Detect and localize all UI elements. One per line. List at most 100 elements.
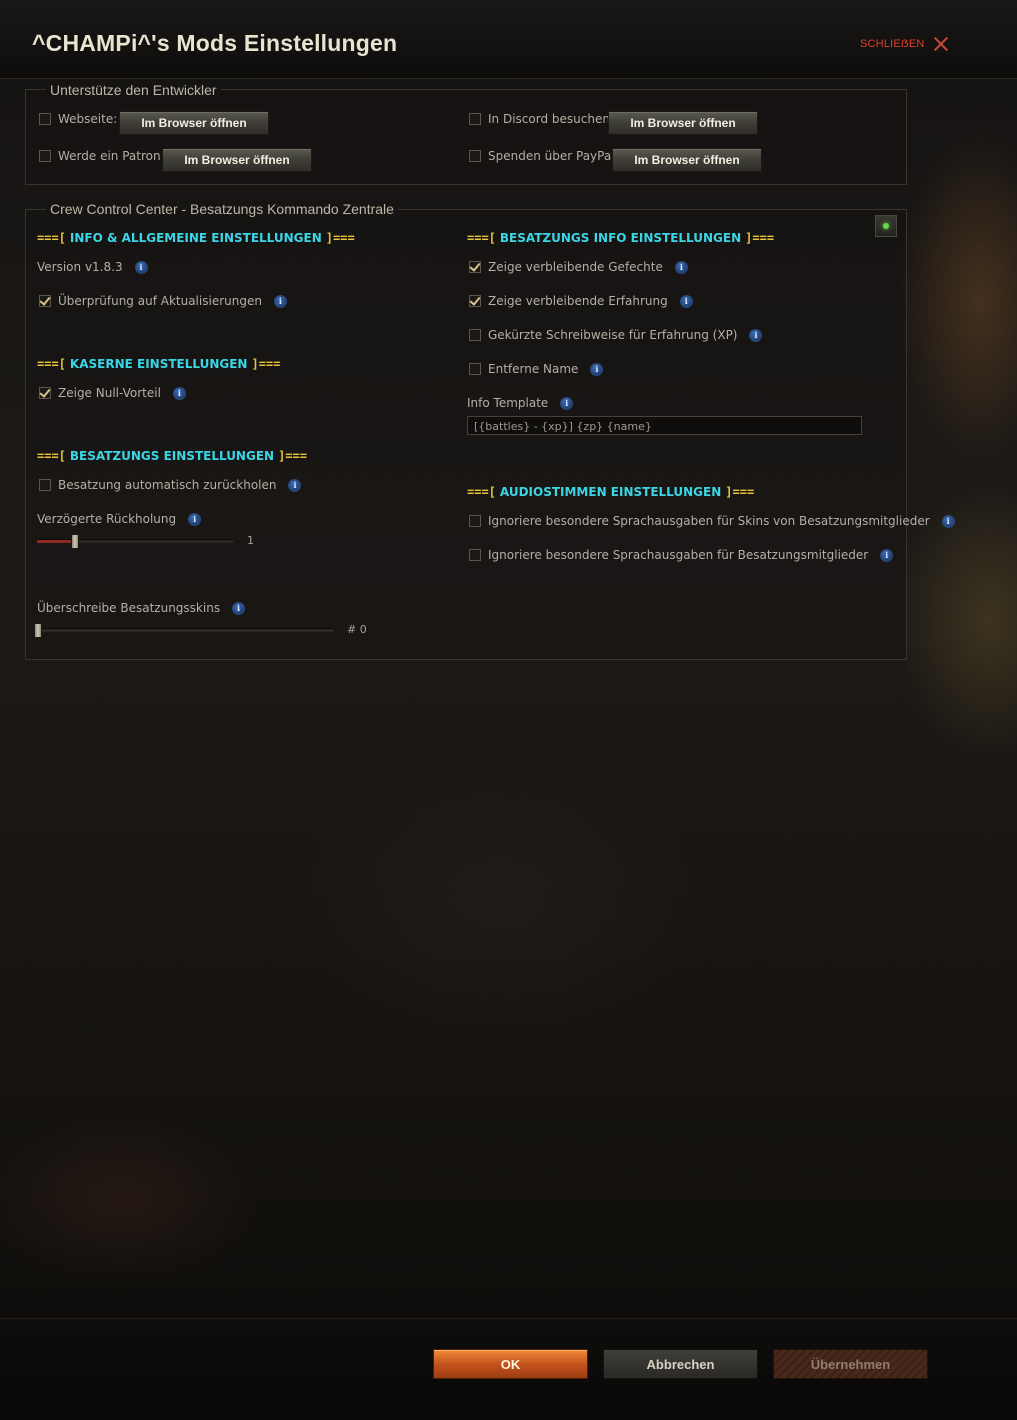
ignore-skin-voices-checkbox[interactable] (469, 515, 481, 527)
info-template-input[interactable]: [{battles} - {xp}] {zp} {name} (467, 416, 862, 435)
zero-perk-row: Zeige Null-Vorteil i (39, 386, 186, 400)
support-discord: In Discord besuchen: (469, 112, 614, 126)
discord-label: In Discord besuchen: (488, 112, 614, 126)
slider-thumb[interactable] (71, 534, 79, 549)
info-template-row: Info Template i (467, 396, 574, 410)
delayed-return-slider[interactable] (37, 534, 233, 549)
crew-section-heading: ===[BESATZUNGS EINSTELLUNGEN]=== (37, 449, 307, 463)
close-label: SCHLIEẞEN (860, 38, 925, 50)
support-group-title: Unterstütze den Entwickler (46, 82, 221, 98)
ignore-crew-voices-checkbox[interactable] (469, 549, 481, 561)
audio-section-heading: ===[AUDIOSTIMMEN EINSTELLUNGEN]=== (467, 485, 754, 499)
heading-suffix: ]=== (278, 449, 307, 463)
cancel-button[interactable]: Abbrechen (603, 1349, 758, 1379)
auto-return-row: Besatzung automatisch zurückholen i (39, 478, 302, 492)
update-check-label: Überprüfung auf Aktualisierungen (58, 294, 262, 308)
paypal-label: Spenden über PayPal: (488, 149, 619, 163)
auto-return-label: Besatzung automatisch zurückholen (58, 478, 277, 492)
info-icon[interactable]: i (941, 514, 955, 528)
close-button[interactable]: SCHLIEẞEN (860, 36, 949, 52)
zero-perk-label: Zeige Null-Vorteil (58, 386, 161, 400)
patron-label: Werde ein Patron: (58, 149, 165, 163)
ok-button[interactable]: OK (433, 1349, 588, 1379)
ignore-crew-voices-row: Ignoriere besondere Sprachausgaben für B… (469, 548, 894, 562)
info-section-heading: ===[INFO & ALLGEMEINE EINSTELLUNGEN]=== (37, 231, 355, 245)
zero-perk-checkbox[interactable] (39, 387, 51, 399)
info-icon[interactable]: i (560, 396, 574, 410)
slider-fill (37, 540, 74, 543)
update-check-row: Überprüfung auf Aktualisierungen i (39, 294, 287, 308)
delayed-return-value: 1 (247, 534, 254, 547)
ignore-skin-voices-label: Ignoriere besondere Sprachausgaben für S… (488, 514, 930, 528)
info-icon[interactable]: i (288, 478, 302, 492)
remaining-battles-row: Zeige verbleibende Gefechte i (469, 260, 688, 274)
remove-name-checkbox[interactable] (469, 363, 481, 375)
delayed-return-row: Verzögerte Rückholung i (37, 512, 202, 526)
info-icon[interactable]: i (172, 386, 186, 400)
heading-text: KASERNE EINSTELLUNGEN (69, 357, 248, 371)
support-group (25, 89, 907, 185)
slider-thumb[interactable] (34, 623, 42, 638)
auto-return-checkbox[interactable] (39, 479, 51, 491)
short-xp-row: Gekürzte Schreibweise für Erfahrung (XP)… (469, 328, 763, 342)
heading-text: INFO & ALLGEMEINE EINSTELLUNGEN (69, 231, 322, 245)
heading-text: BESATZUNGS INFO EINSTELLUNGEN (499, 231, 742, 245)
website-open-button[interactable]: Im Browser öffnen (119, 111, 269, 135)
heading-prefix: ===[ (37, 357, 66, 371)
version-row: Version v1.8.3 i (37, 260, 148, 274)
ignore-skin-voices-row: Ignoriere besondere Sprachausgaben für S… (469, 514, 955, 528)
paypal-checkbox[interactable] (469, 150, 481, 162)
remaining-xp-row: Zeige verbleibende Erfahrung i (469, 294, 693, 308)
discord-open-button[interactable]: Im Browser öffnen (608, 111, 758, 135)
crew-info-section-heading: ===[BESATZUNGS INFO EINSTELLUNGEN]=== (467, 231, 774, 245)
skin-override-row: Überschreibe Besatzungsskins i (37, 601, 246, 615)
info-icon[interactable]: i (273, 294, 287, 308)
window-title: ^CHAMPi^'s Mods Einstellungen (32, 30, 398, 56)
status-dot-icon (883, 223, 889, 229)
update-check-checkbox[interactable] (39, 295, 51, 307)
remaining-battles-checkbox[interactable] (469, 261, 481, 273)
heading-suffix: ]=== (325, 231, 355, 245)
paypal-open-button[interactable]: Im Browser öffnen (612, 148, 762, 172)
info-icon[interactable]: i (674, 260, 688, 274)
remove-name-row: Entferne Name i (469, 362, 604, 376)
barracks-section-heading: ===[KASERNE EINSTELLUNGEN]=== (37, 357, 280, 371)
info-icon[interactable]: i (679, 294, 693, 308)
info-icon[interactable]: i (232, 601, 246, 615)
status-toggle-button[interactable] (875, 215, 897, 237)
skin-override-label: Überschreibe Besatzungsskins (37, 601, 221, 615)
short-xp-checkbox[interactable] (469, 329, 481, 341)
remaining-xp-checkbox[interactable] (469, 295, 481, 307)
heading-prefix: ===[ (467, 485, 496, 499)
info-icon[interactable]: i (590, 362, 604, 376)
heading-suffix: ]=== (725, 485, 755, 499)
info-template-label: Info Template (467, 396, 549, 410)
heading-prefix: ===[ (37, 449, 66, 463)
website-checkbox[interactable] (39, 113, 51, 125)
support-website: Webseite: (39, 112, 117, 126)
remaining-battles-label: Zeige verbleibende Gefechte (488, 260, 663, 274)
info-icon[interactable]: i (880, 548, 894, 562)
short-xp-label: Gekürzte Schreibweise für Erfahrung (XP) (488, 328, 738, 342)
apply-button[interactable]: Übernehmen (773, 1349, 928, 1379)
heading-prefix: ===[ (37, 231, 66, 245)
patron-open-button[interactable]: Im Browser öffnen (162, 148, 312, 172)
heading-suffix: ]=== (745, 231, 775, 245)
delayed-return-label: Verzögerte Rückholung (37, 512, 177, 526)
window-header: ^CHAMPi^'s Mods Einstellungen SCHLIEẞEN (0, 0, 1017, 79)
info-icon[interactable]: i (134, 260, 148, 274)
info-icon[interactable]: i (188, 512, 202, 526)
crew-group-title: Crew Control Center - Besatzungs Kommand… (46, 201, 398, 217)
discord-checkbox[interactable] (469, 113, 481, 125)
skin-override-slider[interactable] (34, 623, 333, 638)
remaining-xp-label: Zeige verbleibende Erfahrung (488, 294, 668, 308)
patron-checkbox[interactable] (39, 150, 51, 162)
support-patron: Werde ein Patron: (39, 149, 165, 163)
version-text: Version v1.8.3 (37, 260, 123, 274)
heading-text: BESATZUNGS EINSTELLUNGEN (69, 449, 275, 463)
close-icon[interactable] (933, 36, 949, 52)
ignore-crew-voices-label: Ignoriere besondere Sprachausgaben für B… (488, 548, 869, 562)
info-icon[interactable]: i (749, 328, 763, 342)
skin-override-value: # 0 (347, 623, 367, 636)
heading-suffix: ]=== (251, 357, 281, 371)
